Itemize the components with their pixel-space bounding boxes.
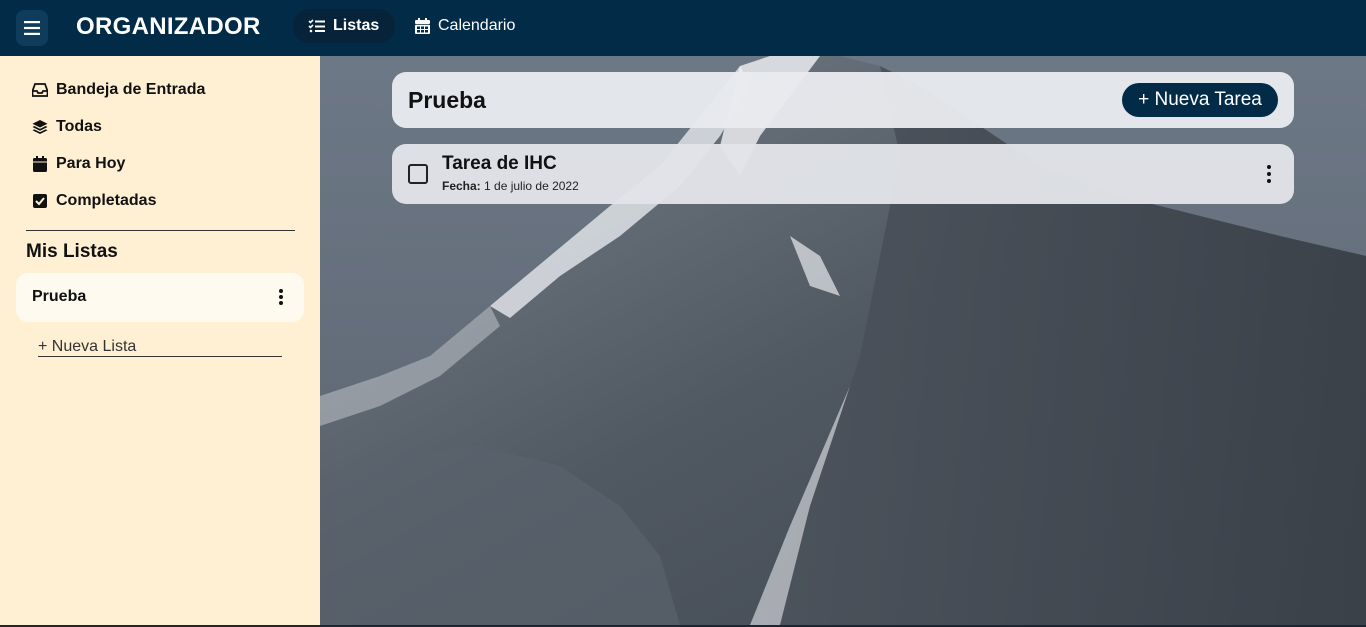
- hamburger-icon: [24, 21, 40, 35]
- calendar-day-icon: [32, 156, 48, 172]
- list-item-label: Prueba: [32, 288, 87, 305]
- sidebar-list-prueba[interactable]: Prueba: [16, 273, 304, 322]
- list-title: Prueba: [408, 87, 486, 113]
- sidebar-item-label: Completadas: [56, 192, 157, 209]
- sidebar: Bandeja de Entrada Todas Para Hoy Comple…: [0, 56, 320, 625]
- task-date-value: 1 de julio de 2022: [484, 179, 579, 193]
- sidebar-item-label: Todas: [56, 118, 102, 135]
- task-item[interactable]: Tarea de IHC Fecha: 1 de julio de 2022: [392, 144, 1294, 204]
- check-square-icon: [32, 193, 48, 209]
- new-list-input[interactable]: + Nueva Lista: [38, 338, 282, 357]
- mountain-background-image: [320, 56, 1366, 625]
- list-check-icon: [308, 19, 325, 33]
- list-header-card: Prueba + Nueva Tarea: [392, 72, 1294, 128]
- sidebar-divider: [26, 230, 295, 231]
- new-task-button[interactable]: + Nueva Tarea: [1122, 83, 1278, 117]
- task-date: Fecha: 1 de julio de 2022: [442, 179, 579, 193]
- sidebar-item-todas[interactable]: Todas: [32, 118, 102, 136]
- task-title: Tarea de IHC: [442, 153, 557, 174]
- menu-button[interactable]: [16, 10, 48, 46]
- main-content: Prueba + Nueva Tarea Tarea de IHC Fecha:…: [320, 56, 1366, 625]
- top-bar: ORGANIZADOR Listas Calendario: [0, 0, 1366, 56]
- tab-calendario-label: Calendario: [438, 17, 516, 34]
- inbox-icon: [32, 82, 48, 98]
- task-date-label: Fecha:: [442, 179, 481, 193]
- sidebar-item-bandeja[interactable]: Bandeja de Entrada: [32, 81, 205, 99]
- more-options-icon[interactable]: [1264, 164, 1274, 184]
- more-options-icon[interactable]: [274, 287, 288, 307]
- layers-icon: [32, 119, 48, 135]
- calendar-icon: [415, 18, 430, 34]
- tab-listas[interactable]: Listas: [293, 9, 395, 43]
- sidebar-item-completadas[interactable]: Completadas: [32, 192, 156, 210]
- sidebar-item-label: Bandeja de Entrada: [56, 81, 206, 98]
- sidebar-item-label: Para Hoy: [56, 155, 126, 172]
- task-checkbox[interactable]: [408, 164, 428, 184]
- app-title: ORGANIZADOR: [76, 13, 261, 40]
- tab-calendario[interactable]: Calendario: [413, 9, 515, 43]
- tab-listas-label: Listas: [333, 17, 380, 34]
- mis-listas-heading: Mis Listas: [26, 241, 118, 262]
- sidebar-item-para-hoy[interactable]: Para Hoy: [32, 155, 125, 173]
